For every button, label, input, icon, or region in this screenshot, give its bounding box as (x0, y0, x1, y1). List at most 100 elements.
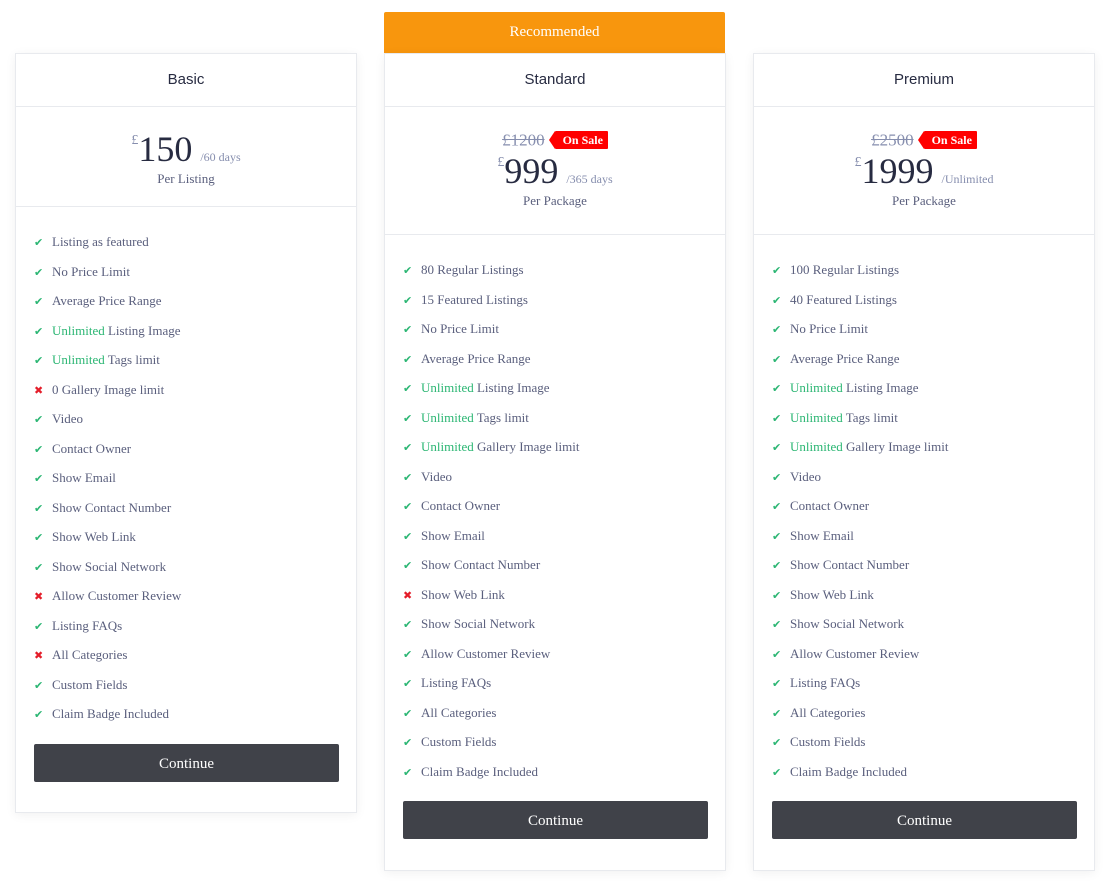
check-icon: ✔ (403, 529, 413, 543)
feature-label: Show Contact Number (421, 557, 541, 572)
feature-label: Contact Owner (52, 440, 132, 456)
feature-item: ✔ No Price Limit (403, 314, 725, 344)
feature-label: Claim Badge Included (790, 763, 907, 779)
feature-label: Show Contact Number (52, 499, 172, 515)
feature-item: ✔ Claim Badge Included (403, 757, 725, 787)
feature-label: 100 Regular Listings (790, 262, 900, 277)
feature-label: No Price Limit (52, 263, 130, 279)
feature-item: ✔ Contact Owner (403, 491, 725, 521)
feature-highlight: Unlimited (790, 409, 843, 425)
currency-symbol: £ (854, 155, 862, 170)
check-icon: ✔ (403, 352, 413, 366)
feature-highlight: Unlimited (421, 439, 474, 454)
check-icon: ✔ (772, 706, 782, 720)
feature-item: ✔ Custom Fields (772, 727, 1094, 757)
feature-item: ✔ Unlimited Tags limit (772, 403, 1094, 433)
continue-button-standard[interactable]: Continue (403, 801, 708, 839)
check-icon: ✔ (403, 323, 413, 336)
feature-item: ✔ Show Email (772, 521, 1094, 551)
feature-label: Show Contact Number (790, 557, 910, 572)
check-icon: ✔ (34, 708, 44, 721)
check-icon: ✔ (34, 324, 44, 338)
feature-item: ✔ Custom Fields (34, 670, 356, 700)
feature-label: No Price Limit (790, 321, 868, 336)
feature-list: ✔ Listing as featured ✔ No Price Limit ✔ Aver… (16, 207, 356, 729)
on-sale-badge: On Sale (917, 131, 977, 150)
feature-item: ✔ All Categories (403, 698, 725, 728)
feature-item: ✔ 80 Regular Listings (403, 255, 725, 285)
feature-highlight: Unlimited (421, 409, 474, 425)
feature-label: No Price Limit (421, 321, 499, 336)
feature-item: ✔ Contact Owner (34, 434, 356, 464)
feature-label: Tags limit (104, 352, 160, 367)
feature-highlight: Unlimited (421, 380, 474, 395)
feature-label: Average Price Range (52, 293, 162, 308)
plan-card-basic: Basic £150/60 days Per Listing ✔ Listing … (15, 53, 357, 813)
check-icon: ✔ (772, 500, 782, 513)
check-icon: ✔ (403, 441, 413, 454)
currency-symbol: £ (131, 133, 139, 148)
old-price-row: £1200 On Sale (385, 129, 725, 151)
recommended-ribbon: Recommended (384, 12, 725, 53)
feature-item: ✔ Custom Fields (403, 727, 725, 757)
feature-label: Custom Fields (790, 734, 866, 749)
feature-label: Listing FAQs (790, 675, 861, 690)
feature-label: 0 Gallery Image limit (52, 381, 165, 397)
feature-label: Show Web Link (421, 586, 505, 602)
feature-item: ✔ Show Email (34, 463, 356, 493)
price-period: /Unlimited (941, 172, 994, 186)
feature-label: All Categories (421, 704, 497, 720)
feature-label: Custom Fields (421, 734, 497, 749)
continue-button-premium[interactable]: Continue (772, 801, 1077, 839)
feature-item: ✔ 15 Featured Listings (403, 285, 725, 315)
feature-item: ✔ 100 Regular Listings (772, 255, 1094, 285)
cross-icon: ✖ (403, 588, 413, 602)
cross-icon: ✖ (34, 590, 44, 603)
feature-label: 15 Featured Listings (421, 291, 528, 307)
feature-label: Listing FAQs (52, 617, 123, 633)
check-icon: ✔ (34, 295, 44, 308)
feature-item: ✔ Unlimited Tags limit (403, 403, 725, 433)
feature-label: Gallery Image limit (473, 439, 580, 454)
feature-label: 80 Regular Listings (421, 262, 524, 277)
check-icon: ✔ (403, 706, 413, 720)
check-icon: ✔ (772, 588, 782, 602)
check-icon: ✔ (34, 560, 44, 574)
price-box: £2500 On Sale £1999/Unlimited Per Package (754, 107, 1094, 235)
feature-item: ✔ Video (403, 462, 725, 492)
check-icon: ✔ (772, 352, 782, 366)
feature-item: ✔ All Categories (772, 698, 1094, 728)
feature-list: ✔ 80 Regular Listings ✔ 15 Featured Listing… (385, 235, 725, 786)
check-icon: ✔ (772, 411, 782, 425)
plan-card-standard: Standard £1200 On Sale £999/365 days Per … (384, 53, 726, 871)
price-unit: Per Package (892, 193, 956, 208)
plan-title: Standard (385, 54, 725, 107)
feature-label: Show Social Network (421, 616, 536, 631)
feature-label: Listing as featured (52, 234, 149, 249)
feature-item: ✖ Allow Customer Review (34, 581, 356, 611)
feature-label: Show Social Network (790, 616, 905, 631)
price-unit: Per Package (523, 193, 587, 208)
feature-item: ✔ Show Social Network (34, 552, 356, 582)
feature-item: ✔ Show Email (403, 521, 725, 551)
old-price: £2500 (871, 130, 914, 150)
price-period: /365 days (566, 172, 613, 186)
feature-item: ✔ Show Social Network (772, 609, 1094, 639)
check-icon: ✔ (34, 472, 44, 485)
price-row: £999/365 days (385, 151, 725, 191)
feature-label: Listing Image (473, 380, 550, 395)
feature-item: ✔ Listing FAQs (34, 611, 356, 641)
feature-label: Allow Customer Review (790, 645, 920, 661)
old-price: £1200 (502, 130, 545, 150)
feature-item: ✔ Unlimited Listing Image (403, 373, 725, 403)
continue-button-basic[interactable]: Continue (34, 744, 339, 782)
price-period: /60 days (200, 150, 241, 164)
feature-item: ✔ Claim Badge Included (34, 699, 356, 729)
check-icon: ✔ (34, 442, 44, 456)
check-icon: ✔ (403, 500, 413, 513)
check-icon: ✔ (34, 413, 44, 426)
feature-label: Show Social Network (52, 558, 167, 574)
feature-item: ✔ Unlimited Gallery Image limit (403, 432, 725, 462)
feature-item: ✔ Average Price Range (772, 344, 1094, 374)
feature-label: Listing Image (842, 380, 919, 395)
